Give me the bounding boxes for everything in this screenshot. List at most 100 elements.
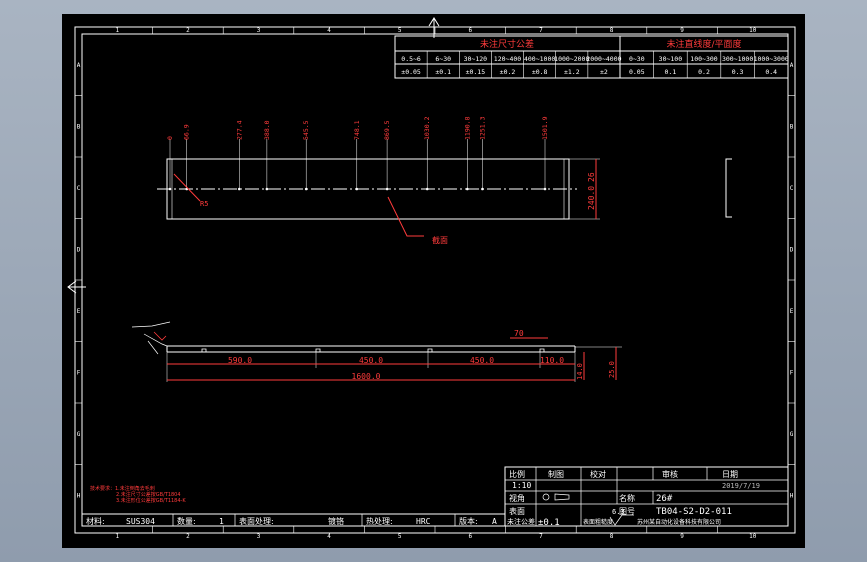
border-row-left-A: A	[77, 62, 81, 69]
ordinate-value-3: 388.0	[263, 120, 271, 140]
material-label: 材料:	[86, 516, 105, 526]
border-row-right-E: E	[790, 308, 794, 315]
tb-drawn-label: 制图	[548, 469, 564, 479]
note-line-2: 2.未注尺寸公差按GB/T1804	[116, 491, 181, 498]
red-notes: 技术要求：1.未注倒角去毛刺 2.未注尺寸公差按GB/T1804 3.未注形位公…	[90, 485, 186, 504]
tb-tol-label: 未注公差	[507, 517, 535, 526]
projection-symbol-icon	[542, 493, 570, 501]
border-col-top-10: 10	[749, 27, 757, 34]
qty-label: 数量:	[177, 516, 196, 526]
dim-h25: 25.0	[608, 361, 616, 378]
tolerance_flat-range-0: 0~30	[629, 55, 645, 63]
dim-450-a: 450.0	[359, 356, 383, 365]
ordinate-value-9: 1251.3	[478, 116, 486, 140]
surface-treat-value: 镀铬	[328, 516, 344, 526]
tolerance_linear-value-3: ±0.2	[500, 68, 516, 76]
border-col-bottom-8: 8	[610, 533, 614, 540]
tb-tol: ±0.1	[538, 518, 560, 528]
ordinate-value-7: 1030.2	[423, 116, 431, 140]
border-col-top-5: 5	[398, 27, 402, 34]
border-row-right-F: F	[790, 369, 794, 376]
tolerance_flat-value-3: 0.3	[732, 68, 744, 76]
hole-mark-2	[237, 187, 241, 191]
tolerance_flat-range-1: 30~100	[659, 55, 683, 63]
border-row-left-C: C	[77, 185, 81, 192]
dim-h14: 14.0	[576, 363, 584, 380]
border-col-top-9: 9	[680, 27, 684, 34]
tolerance_flat-value-1: 0.1	[665, 68, 677, 76]
dim-70: 70	[514, 329, 524, 338]
material-row: 材料: SUS304 数量: 1 表面处理: 镀铬 热处理: HRC 版本: A	[82, 513, 505, 526]
drawing-canvas: 1122334455667788991010A AB BC CD DE EF FG GH H 0…	[74, 17, 796, 540]
tolerance-flat-title: 未注直线度/平面度	[666, 38, 741, 50]
outer-frame	[74, 26, 796, 534]
tolerance_linear-value-6: ±2	[600, 68, 608, 76]
border-col-bottom-10: 10	[749, 533, 757, 540]
tb-surface-label: 表面	[509, 506, 525, 516]
border-col-top-6: 6	[468, 27, 472, 34]
tolerance_flat-value-2: 0.2	[698, 68, 710, 76]
hole-mark-9	[481, 187, 484, 191]
ordinate-value-6: 869.5	[383, 120, 391, 140]
tolerance_linear-range-2: 30~120	[464, 55, 488, 63]
border-col-top-1: 1	[115, 27, 119, 34]
ordinate-value-10: 1501.9	[541, 116, 549, 140]
border-row-right-C: C	[790, 185, 794, 192]
border-col-bottom-6: 6	[468, 533, 472, 540]
border-row-right-D: D	[790, 246, 794, 253]
tb-company: 苏州某自动化设备科技有限公司	[637, 518, 721, 526]
ordinate-value-0: 0	[166, 136, 174, 140]
border-col-top-4: 4	[327, 27, 331, 34]
hole-mark-8	[466, 187, 469, 191]
tb-name-label: 名称	[619, 493, 635, 503]
dim-110: 110.0	[540, 356, 564, 365]
end-view	[725, 158, 732, 218]
hole-mark-6	[385, 187, 389, 191]
tolerance_linear-range-6: 2000~4000	[586, 55, 621, 63]
tolerance-table-flat: 0~30 0.05 30~100 0.1 100~300 0.2 300~1000 0.3 10…	[619, 35, 789, 79]
border-col-bottom-1: 1	[115, 533, 119, 540]
tolerance_flat-value-0: 0.05	[629, 68, 645, 76]
border-col-bottom-7: 7	[539, 533, 543, 540]
border-col-top-2: 2	[186, 27, 190, 34]
tolerance_linear-value-5: ±1.2	[564, 68, 580, 76]
version-value: A	[492, 517, 497, 526]
border-row-left-F: F	[77, 369, 81, 376]
dim-590: 590.0	[228, 356, 252, 365]
title-block: 比例 1:10 制图 校对 审核 日期 2019/7/19 视角 名称 26# …	[504, 466, 789, 528]
drawing-sheet: 1 1 2 2 3 3 4 4 5 5 6 6 7 7 8 8 9 9 10 10 A A B B C C D D E E F F G G H H 0…	[62, 14, 805, 548]
side-view: 590.0 450.0 450.0 110.0 1600.0 70 14.0 2…	[131, 321, 622, 382]
section-note: 截面	[432, 235, 448, 245]
tb-scale-label: 比例	[509, 469, 525, 479]
border-col-bottom-4: 4	[327, 533, 331, 540]
hole-mark-4	[304, 187, 308, 191]
border-row-left-E: E	[77, 308, 81, 315]
tolerance-table-linear: 0.5~6 ±0.05 6~30 ±0.1 30~120 ±0.15 120~400 ±0.2…	[394, 35, 622, 79]
border-col-top-7: 7	[539, 27, 543, 34]
tb-review-label: 审核	[662, 469, 678, 479]
tolerance_linear-range-1: 6~30	[435, 55, 451, 63]
tolerance_linear-range-0: 0.5~6	[401, 55, 421, 63]
tolerance_linear-value-1: ±0.1	[435, 68, 451, 76]
border-row-right-B: B	[790, 123, 794, 130]
tolerance_linear-value-4: ±0.8	[532, 68, 548, 76]
tolerance-linear-title: 未注尺寸公差	[480, 38, 534, 50]
ordinate-value-4: 545.5	[302, 120, 310, 140]
tolerance_linear-range-3: 120~400	[494, 55, 521, 63]
border-row-left-D: D	[77, 246, 81, 253]
hole-mark-0	[168, 187, 172, 191]
tolerance_linear-value-0: ±0.05	[401, 68, 421, 76]
hole-mark-7	[425, 187, 429, 191]
ordinate-value-2: 277.4	[235, 120, 243, 140]
view-direction-arrow-icon	[67, 280, 86, 294]
border-col-bottom-3: 3	[257, 533, 261, 540]
ordinate-value-1: 66.9	[183, 124, 191, 140]
ordinate-value-5: 748.1	[353, 120, 361, 140]
tb-scale: 1:10	[512, 481, 531, 490]
heat-label: 热处理:	[366, 516, 393, 526]
tolerance_flat-value-4: 0.4	[765, 68, 777, 76]
tb-name: 26#	[656, 494, 673, 504]
tb-rough: 6.3	[612, 508, 625, 516]
border-zone-labels: 1122334455667788991010A AB BC CD DE EF FG GH H	[75, 27, 795, 540]
border-row-right-G: G	[790, 431, 794, 438]
